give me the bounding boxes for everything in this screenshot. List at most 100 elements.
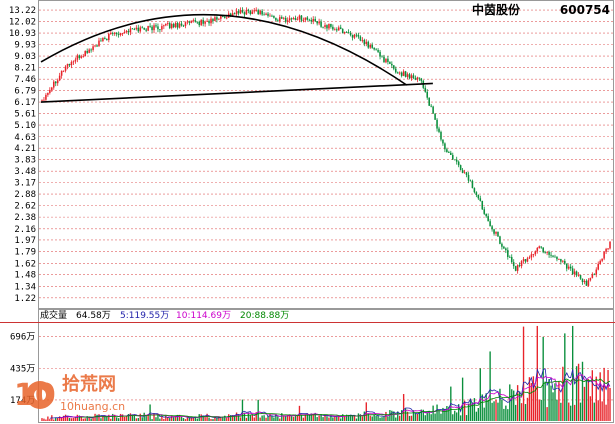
price-candle-body [273,15,275,18]
price-candle-body [100,40,102,42]
volume-current: 64.58万 [76,311,111,321]
price-candle-body [133,29,136,30]
price-candle-body [290,18,293,20]
price-candle-body [591,274,594,278]
price-candle-body [47,92,49,95]
price-candle-body [357,34,360,37]
price-tick-label: 1.62 [14,260,36,270]
price-candle-body [286,20,289,22]
price-candle-body [609,241,611,249]
price-candle-body [400,72,403,76]
price-candle-body [78,55,81,58]
price-candle-body [444,143,446,150]
price-candle-body [204,21,206,24]
price-candle-body [111,32,114,34]
price-tick-label: 2.62 [14,202,36,212]
price-candle-body [84,50,87,57]
price-candle-body [461,169,464,173]
price-candle-body [375,49,377,51]
price-candle-body [554,256,556,258]
price-candle-body [475,192,478,195]
price-candle-body [188,21,191,23]
price-candle-body [210,18,212,24]
price-tick-label: 3.83 [14,156,36,166]
price-candle-body [145,29,147,31]
price-candle-body [497,231,499,237]
price-candle-body [108,33,110,41]
price-candle-body [373,47,375,50]
price-candle-body [223,16,226,18]
price-candle-body [530,254,533,258]
price-candle-body [198,21,201,26]
volume-ma10: 10:114.69万 [176,311,231,321]
price-candle-body [550,254,552,256]
price-candle-body [442,139,444,144]
price-candle-body [330,23,332,27]
price-candle-body [491,226,493,230]
price-candle-body [143,27,145,30]
price-candle-body [308,19,311,21]
price-candle-body [599,260,601,264]
price-candle-body [54,81,57,84]
price-candle-body [90,49,92,51]
price-candle-body [306,17,309,20]
price-candle-body [524,259,527,262]
price-tick-label: 9.03 [14,52,36,62]
price-candle-body [135,27,138,30]
price-candle-body [170,24,173,29]
price-candle-body [410,75,413,79]
chart-annotations [40,14,433,103]
price-candle-body [434,113,436,120]
price-tick-label: 5.10 [14,121,36,131]
price-candle-body [64,66,67,71]
price-candle-body [341,28,344,34]
price-candle-body [495,231,497,234]
volume-bars [41,325,611,421]
price-candle-body [363,39,366,44]
price-candle-body [601,258,603,261]
price-candle-body [398,72,401,74]
price-candle-body [389,61,391,64]
price-candle-body [208,20,210,24]
price-candle-body [233,13,236,15]
price-tick-label: 2.16 [14,225,36,235]
price-candle-body [121,33,124,34]
price-candle-body [402,71,405,76]
price-tick-label: 4.63 [14,133,36,143]
price-candle-body [501,243,503,247]
price-candle-body [49,89,51,93]
price-candle-body [522,259,525,262]
stock-code: 600754 [560,3,610,17]
price-candle-body [332,26,334,30]
price-candle-body [489,221,491,227]
price-candle-body [288,18,291,21]
price-candle-body [196,21,199,23]
price-candle-body [166,23,169,24]
price-candle-body [536,248,539,252]
price-tick-label: 7.46 [14,75,36,85]
price-candle-body [202,19,204,24]
price-candle-body [326,25,328,29]
price-candle-body [178,23,181,28]
price-candle-body [318,21,320,24]
price-candle-body [369,44,372,48]
price-candle-body [259,10,261,15]
price-candle-body [235,11,238,15]
price-tick-label: 6.79 [14,87,36,97]
price-candle-body [74,59,77,62]
price-candle-body [263,14,265,16]
price-candle-body [471,180,474,189]
price-candle-body [562,260,564,262]
price-candle-body [451,154,454,160]
price-candle-body [343,32,346,34]
price-candle-body [508,256,511,258]
price-candles [41,7,611,287]
price-candle-body [420,78,423,81]
price-candle-body [564,260,566,264]
price-candle-body [605,248,607,252]
price-candle-body [414,77,417,80]
price-candle-body [225,17,228,19]
price-candle-body [269,15,271,17]
price-candle-body [66,63,69,67]
price-candle-body [245,9,248,15]
